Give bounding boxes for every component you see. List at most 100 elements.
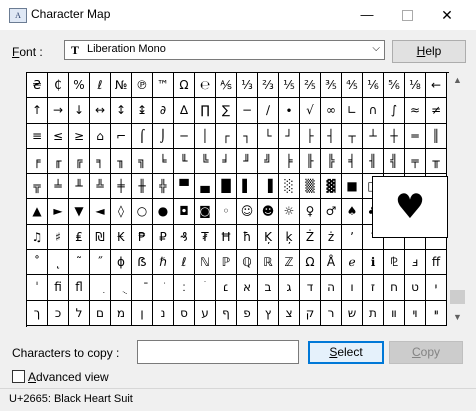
char-cell[interactable]: ד	[300, 275, 321, 301]
char-cell[interactable]: ≠	[426, 98, 447, 124]
char-cell[interactable]: Ω	[174, 73, 195, 99]
char-cell[interactable]: ≤	[48, 123, 69, 149]
char-cell[interactable]: ╟	[300, 148, 321, 175]
char-cell[interactable]: ׂ	[153, 275, 174, 301]
char-cell[interactable]: ⅗	[321, 73, 342, 99]
char-cell[interactable]: ♠	[342, 199, 363, 225]
char-cell[interactable]: ╨	[69, 174, 90, 200]
char-cell[interactable]: ₮	[195, 224, 216, 251]
char-cell[interactable]: Ω	[300, 250, 321, 276]
char-cell[interactable]: ⅓	[237, 73, 258, 99]
char-cell[interactable]: װ	[384, 300, 405, 326]
char-cell[interactable]: ┬	[342, 123, 363, 149]
characters-to-copy-input[interactable]	[137, 340, 299, 364]
char-cell[interactable]: ך	[27, 300, 48, 326]
char-cell[interactable]: ℚ	[237, 250, 258, 276]
char-cell[interactable]: ─	[174, 123, 195, 149]
char-cell[interactable]: ●	[153, 199, 174, 225]
char-cell[interactable]: ♫	[27, 224, 48, 251]
char-cell[interactable]: ↔	[90, 98, 111, 124]
copy-button[interactable]: Copy	[389, 341, 463, 364]
char-cell[interactable]: ○	[132, 199, 153, 225]
char-cell[interactable]: ℏ	[153, 250, 174, 276]
char-cell[interactable]: ├	[300, 123, 321, 149]
char-cell[interactable]: ╣	[384, 148, 405, 175]
char-cell[interactable]: ╜	[237, 148, 258, 175]
char-cell[interactable]: ◄	[90, 199, 111, 225]
char-cell[interactable]: ק	[300, 300, 321, 326]
char-cell[interactable]: ▌	[237, 174, 258, 200]
char-cell[interactable]: █	[216, 174, 237, 200]
char-cell[interactable]: ⌂	[90, 123, 111, 149]
char-cell[interactable]: ℙ	[216, 250, 237, 276]
char-cell[interactable]: ם	[90, 300, 111, 326]
char-cell[interactable]: ₭	[111, 224, 132, 251]
char-cell[interactable]: ☺	[237, 199, 258, 225]
char-cell[interactable]: ℗	[132, 73, 153, 99]
char-cell[interactable]: ╚	[195, 148, 216, 175]
char-cell[interactable]: ʼ	[342, 224, 363, 251]
char-cell[interactable]: ∟	[342, 98, 363, 124]
char-cell[interactable]: ⅍	[216, 73, 237, 99]
char-cell[interactable]: ִ	[90, 275, 111, 301]
char-cell[interactable]: ▐	[258, 174, 279, 200]
advanced-view-label[interactable]: Advanced view	[28, 370, 109, 384]
char-cell[interactable]: א	[237, 275, 258, 301]
char-cell[interactable]: ז	[363, 275, 384, 301]
char-cell[interactable]: פ	[237, 300, 258, 326]
char-cell[interactable]: ל	[69, 300, 90, 326]
char-cell[interactable]: ╪	[111, 174, 132, 200]
char-cell[interactable]: ∕	[258, 98, 279, 124]
char-cell[interactable]: ♯	[48, 224, 69, 251]
char-cell[interactable]: ֻ	[111, 275, 132, 301]
char-cell[interactable]: Ħ	[216, 224, 237, 251]
char-cell[interactable]: Å	[321, 250, 342, 276]
char-cell[interactable]: −	[237, 98, 258, 124]
char-cell[interactable]: ┴	[363, 123, 384, 149]
char-cell[interactable]: ▄	[195, 174, 216, 200]
char-cell[interactable]: ↕	[111, 98, 132, 124]
char-cell[interactable]: ׆	[216, 275, 237, 301]
scroll-down-icon[interactable]: ▼	[449, 309, 466, 326]
char-cell[interactable]: ╩	[90, 174, 111, 200]
char-cell[interactable]: ≡	[27, 123, 48, 149]
char-cell[interactable]: ■	[342, 174, 363, 200]
char-cell[interactable]: №	[111, 73, 132, 99]
char-cell[interactable]: ╖	[111, 148, 132, 175]
char-cell[interactable]: ™	[153, 73, 174, 99]
char-cell[interactable]: ╥	[426, 148, 447, 175]
char-cell[interactable]: ∑	[216, 98, 237, 124]
char-cell[interactable]: ⅊	[384, 250, 405, 276]
char-cell[interactable]: ן	[132, 300, 153, 326]
char-cell[interactable]: ∩	[363, 98, 384, 124]
scroll-up-icon[interactable]: ▲	[449, 72, 466, 89]
char-cell[interactable]: ₴	[27, 73, 48, 99]
chevron-down-icon[interactable]: ⌵	[372, 43, 380, 54]
char-cell[interactable]: ⌠	[132, 123, 153, 149]
char-cell[interactable]: צ	[279, 300, 300, 326]
char-cell[interactable]: ╡	[342, 148, 363, 175]
char-cell[interactable]: ↓	[69, 98, 90, 124]
char-cell[interactable]: ╕	[90, 148, 111, 175]
char-cell[interactable]: ║	[426, 123, 447, 149]
char-cell[interactable]: ℤ	[279, 250, 300, 276]
char-cell[interactable]: ◊	[111, 199, 132, 225]
char-cell[interactable]: ﬀ	[426, 250, 447, 276]
char-cell[interactable]: ײ	[426, 300, 447, 326]
char-cell[interactable]: ₪	[90, 224, 111, 251]
char-cell[interactable]: ℮	[195, 73, 216, 99]
char-cell[interactable]: ☼	[279, 199, 300, 225]
char-cell[interactable]: י	[426, 275, 447, 301]
char-cell[interactable]: ט	[405, 275, 426, 301]
char-cell[interactable]: ﬂ	[69, 275, 90, 301]
minimize-button[interactable]: —	[350, 0, 384, 30]
char-cell[interactable]: ═	[405, 123, 426, 149]
char-cell[interactable]: ₱	[132, 224, 153, 251]
maximize-button[interactable]	[390, 0, 424, 30]
char-cell[interactable]: ב	[258, 275, 279, 301]
char-cell[interactable]: ץ	[258, 300, 279, 326]
char-cell[interactable]: ┐	[237, 123, 258, 149]
char-cell[interactable]: ױ	[405, 300, 426, 326]
char-cell[interactable]: ע	[195, 300, 216, 326]
char-cell[interactable]: ┌	[216, 123, 237, 149]
